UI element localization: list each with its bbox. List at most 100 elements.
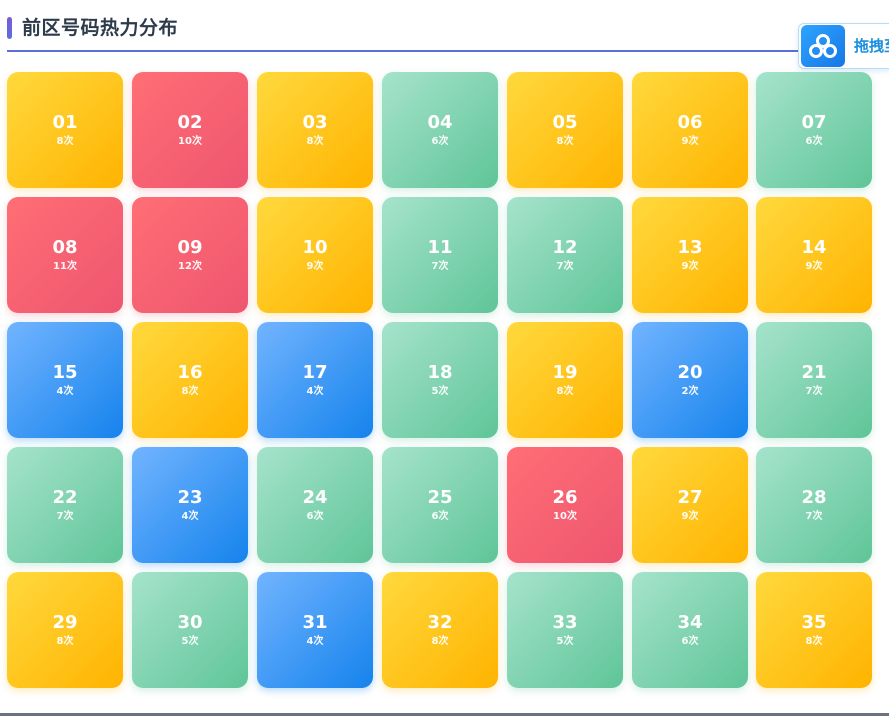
- cell-number: 22: [52, 487, 78, 508]
- number-cell[interactable]: 14 9次: [756, 197, 872, 313]
- cell-count: 6次: [431, 136, 449, 147]
- number-cell[interactable]: 19 8次: [507, 322, 623, 438]
- cell-count: 12次: [178, 261, 202, 272]
- cell-number: 19: [552, 362, 578, 383]
- cell-count: 6次: [431, 511, 449, 522]
- number-cell[interactable]: 02 10次: [132, 72, 248, 188]
- cell-count: 7次: [556, 261, 574, 272]
- cell-count: 11次: [53, 261, 77, 272]
- cell-number: 28: [801, 487, 827, 508]
- cell-number: 33: [552, 612, 578, 633]
- header-accent-bar: [7, 17, 12, 39]
- cell-number: 10: [302, 237, 328, 258]
- number-cell[interactable]: 01 8次: [7, 72, 123, 188]
- number-cell[interactable]: 06 9次: [632, 72, 748, 188]
- cell-count: 8次: [556, 136, 574, 147]
- cell-count: 7次: [805, 386, 823, 397]
- cell-count: 7次: [56, 511, 74, 522]
- number-cell[interactable]: 03 8次: [257, 72, 373, 188]
- cell-count: 2次: [681, 386, 699, 397]
- number-cell[interactable]: 23 4次: [132, 447, 248, 563]
- number-cell[interactable]: 30 5次: [132, 572, 248, 688]
- page-title: 前区号码热力分布: [22, 17, 179, 39]
- cell-count: 8次: [556, 386, 574, 397]
- cell-count: 8次: [56, 136, 74, 147]
- cell-number: 05: [552, 112, 578, 133]
- cell-number: 31: [302, 612, 328, 633]
- cell-count: 4次: [56, 386, 74, 397]
- cell-count: 10次: [553, 511, 577, 522]
- cell-number: 07: [801, 112, 827, 133]
- number-cell[interactable]: 12 7次: [507, 197, 623, 313]
- number-cell[interactable]: 27 9次: [632, 447, 748, 563]
- number-cell[interactable]: 26 10次: [507, 447, 623, 563]
- number-cell[interactable]: 24 6次: [257, 447, 373, 563]
- number-cell[interactable]: 17 4次: [257, 322, 373, 438]
- number-cell[interactable]: 20 2次: [632, 322, 748, 438]
- number-cell[interactable]: 07 6次: [756, 72, 872, 188]
- cell-number: 23: [177, 487, 203, 508]
- cell-count: 8次: [805, 636, 823, 647]
- cell-count: 8次: [306, 136, 324, 147]
- number-cell[interactable]: 18 5次: [382, 322, 498, 438]
- cell-number: 29: [52, 612, 78, 633]
- number-cell[interactable]: 29 8次: [7, 572, 123, 688]
- number-cell[interactable]: 21 7次: [756, 322, 872, 438]
- number-cell[interactable]: 10 9次: [257, 197, 373, 313]
- cell-number: 01: [52, 112, 78, 133]
- cell-number: 13: [677, 237, 703, 258]
- cell-number: 30: [177, 612, 203, 633]
- cell-number: 12: [552, 237, 578, 258]
- cell-count: 6次: [805, 136, 823, 147]
- page: 前区号码热力分布 拖拽至 018次0210次038次046次058次069次07…: [0, 0, 889, 716]
- number-cell[interactable]: 28 7次: [756, 447, 872, 563]
- cell-number: 20: [677, 362, 703, 383]
- number-cell[interactable]: 11 7次: [382, 197, 498, 313]
- cell-number: 27: [677, 487, 703, 508]
- number-cell[interactable]: 35 8次: [756, 572, 872, 688]
- number-cell[interactable]: 15 4次: [7, 322, 123, 438]
- cell-count: 5次: [431, 386, 449, 397]
- cell-number: 04: [427, 112, 453, 133]
- cell-count: 9次: [681, 261, 699, 272]
- cell-count: 6次: [306, 511, 324, 522]
- number-cell[interactable]: 16 8次: [132, 322, 248, 438]
- cell-number: 06: [677, 112, 703, 133]
- cloud-drive-icon: [801, 25, 845, 67]
- cell-number: 15: [52, 362, 78, 383]
- cell-count: 8次: [431, 636, 449, 647]
- cell-count: 8次: [56, 636, 74, 647]
- number-cell[interactable]: 34 6次: [632, 572, 748, 688]
- number-cell[interactable]: 04 6次: [382, 72, 498, 188]
- number-cell[interactable]: 09 12次: [132, 197, 248, 313]
- number-cell[interactable]: 32 8次: [382, 572, 498, 688]
- number-cell[interactable]: 22 7次: [7, 447, 123, 563]
- number-heat-grid: 01 8次 02 10次 03 8次 04 6次 05 8次 06 9次 07 6次 08 11次 09 12次 1…: [7, 72, 872, 688]
- cell-number: 34: [677, 612, 703, 633]
- cell-count: 7次: [805, 511, 823, 522]
- cell-number: 25: [427, 487, 453, 508]
- cell-number: 02: [177, 112, 203, 133]
- cell-count: 4次: [181, 511, 199, 522]
- number-cell[interactable]: 05 8次: [507, 72, 623, 188]
- cell-count: 10次: [178, 136, 202, 147]
- cell-number: 11: [427, 237, 453, 258]
- number-cell[interactable]: 33 5次: [507, 572, 623, 688]
- cell-count: 9次: [306, 261, 324, 272]
- cell-count: 8次: [181, 386, 199, 397]
- cell-count: 5次: [181, 636, 199, 647]
- drag-to-button[interactable]: 拖拽至: [798, 23, 889, 69]
- cell-count: 9次: [681, 511, 699, 522]
- number-cell[interactable]: 08 11次: [7, 197, 123, 313]
- number-cell[interactable]: 25 6次: [382, 447, 498, 563]
- cell-number: 24: [302, 487, 328, 508]
- section-header: 前区号码热力分布: [7, 14, 889, 52]
- cell-count: 4次: [306, 386, 324, 397]
- cell-number: 21: [801, 362, 827, 383]
- number-cell[interactable]: 31 4次: [257, 572, 373, 688]
- cell-count: 9次: [681, 136, 699, 147]
- cell-count: 4次: [306, 636, 324, 647]
- cell-number: 08: [52, 237, 78, 258]
- cell-number: 35: [801, 612, 827, 633]
- number-cell[interactable]: 13 9次: [632, 197, 748, 313]
